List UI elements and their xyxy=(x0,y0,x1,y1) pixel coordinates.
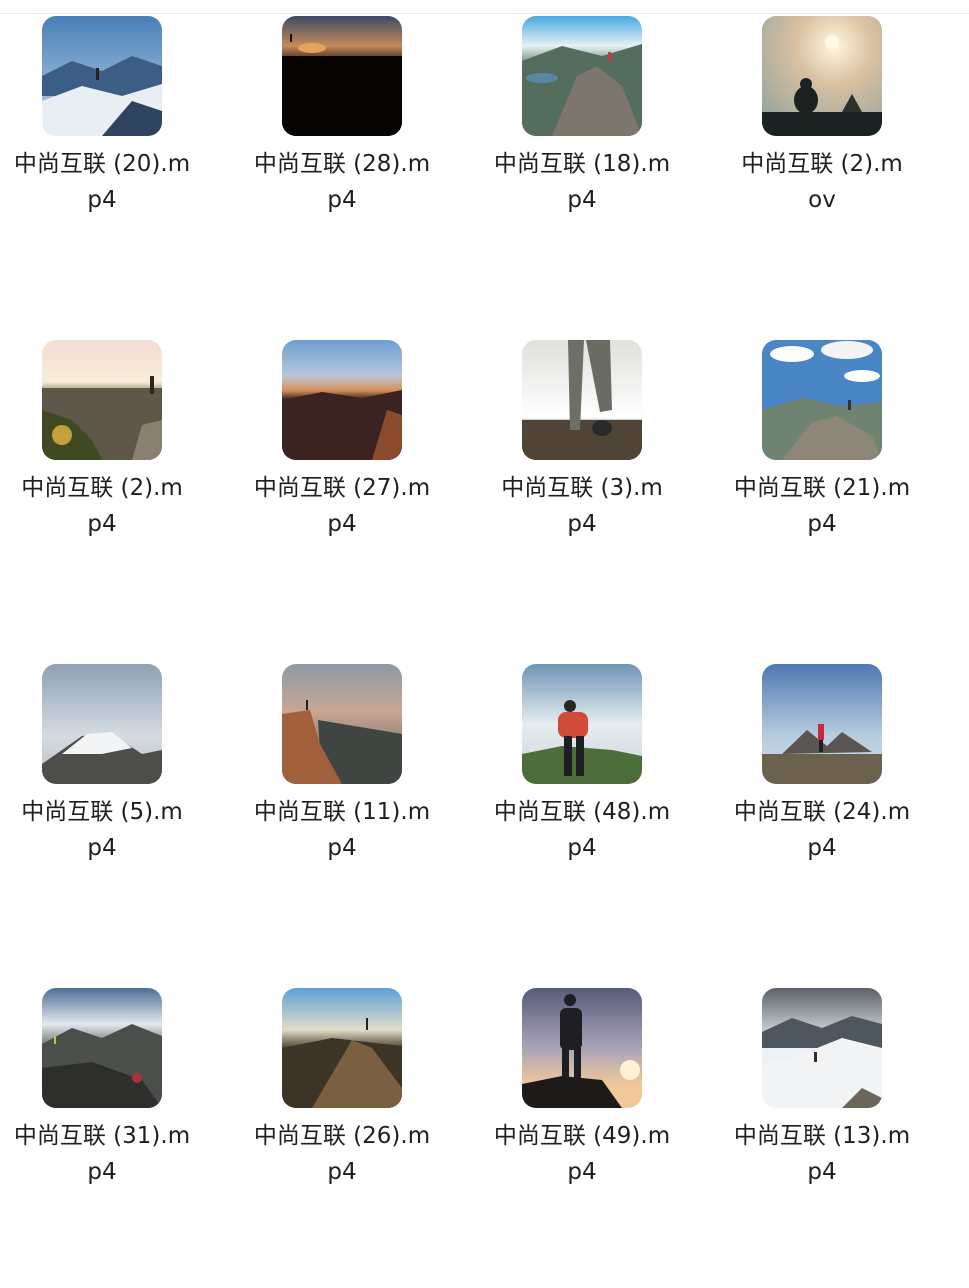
file-item[interactable]: 中尚互联 (2).m ov xyxy=(720,16,960,316)
file-name: 中尚互联 (31).m p4 xyxy=(13,1123,191,1185)
video-thumbnail xyxy=(762,988,882,1108)
video-thumbnail xyxy=(762,16,882,136)
video-thumbnail xyxy=(522,988,642,1108)
video-thumbnail xyxy=(762,340,882,460)
file-name: 中尚互联 (2).m p4 xyxy=(21,475,183,537)
video-thumbnail xyxy=(282,340,402,460)
file-item[interactable]: 中尚互联 (27).m p4 xyxy=(240,340,480,640)
video-thumbnail xyxy=(282,664,402,784)
file-item[interactable]: 中尚互联 (49).m p4 xyxy=(480,988,720,1288)
hiker-peak-horizon-icon xyxy=(762,664,882,784)
file-name: 中尚互联 (21).m p4 xyxy=(733,475,911,537)
cloudy-rock-summit-icon xyxy=(762,340,882,460)
file-item[interactable]: 中尚互联 (5).m p4 xyxy=(0,664,240,964)
file-name: 中尚互联 (48).m p4 xyxy=(493,799,671,861)
video-thumbnail xyxy=(282,988,402,1108)
mountain-snow-blue-icon xyxy=(42,16,162,136)
file-name: 中尚互联 (2).m ov xyxy=(741,151,903,213)
file-name: 中尚互联 (5).m p4 xyxy=(21,799,183,861)
video-thumbnail xyxy=(42,664,162,784)
dusk-valley-icon xyxy=(282,340,402,460)
file-item[interactable]: 中尚互联 (20).m p4 xyxy=(0,16,240,316)
file-item[interactable]: 中尚互联 (11).m p4 xyxy=(240,664,480,964)
file-item[interactable]: 中尚互联 (31).m p4 xyxy=(0,988,240,1288)
snow-ridge-hiker-icon xyxy=(762,988,882,1108)
file-name: 中尚互联 (13).m p4 xyxy=(733,1123,911,1185)
video-thumbnail xyxy=(42,16,162,136)
file-grid: 中尚互联 (20).m p4 中尚互联 (28).m p4 中尚互联 (18).… xyxy=(0,0,969,1207)
sunrise-ridge-shrubs-icon xyxy=(42,340,162,460)
hazy-sun-silhouette-icon xyxy=(762,16,882,136)
file-name: 中尚互联 (24).m p4 xyxy=(733,799,911,861)
video-thumbnail xyxy=(282,16,402,136)
file-item[interactable]: 中尚互联 (28).m p4 xyxy=(240,16,480,316)
file-name: 中尚互联 (28).m p4 xyxy=(253,151,431,213)
hiker-red-jacket-grass-icon xyxy=(522,664,642,784)
file-item[interactable]: 中尚互联 (24).m p4 xyxy=(720,664,960,964)
video-thumbnail xyxy=(762,664,882,784)
file-name: 中尚互联 (27).m p4 xyxy=(253,475,431,537)
rocky-summit-lake-icon xyxy=(522,16,642,136)
arch-sunset-dark-icon xyxy=(282,16,402,136)
file-name: 中尚互联 (3).m p4 xyxy=(501,475,663,537)
misty-snow-peak-icon xyxy=(42,664,162,784)
file-item[interactable]: 中尚互联 (26).m p4 xyxy=(240,988,480,1288)
file-item[interactable]: 中尚互联 (13).m p4 xyxy=(720,988,960,1288)
rocky-ridge-evening-icon xyxy=(282,988,402,1108)
cliff-dusk-icon xyxy=(282,664,402,784)
file-item[interactable]: 中尚互联 (18).m p4 xyxy=(480,16,720,316)
video-thumbnail xyxy=(42,988,162,1108)
video-thumbnail xyxy=(522,16,642,136)
legs-walking-icon xyxy=(522,340,642,460)
file-item[interactable]: 中尚互联 (2).m p4 xyxy=(0,340,240,640)
file-name: 中尚互联 (26).m p4 xyxy=(253,1123,431,1185)
video-thumbnail xyxy=(522,340,642,460)
file-name: 中尚互联 (49).m p4 xyxy=(493,1123,671,1185)
file-item[interactable]: 中尚互联 (3).m p4 xyxy=(480,340,720,640)
rocky-hillside-clouds-icon xyxy=(42,988,162,1108)
file-name: 中尚互联 (18).m p4 xyxy=(493,151,671,213)
hiker-sunset-rock-icon xyxy=(522,988,642,1108)
file-name: 中尚互联 (20).m p4 xyxy=(13,151,191,213)
video-thumbnail xyxy=(522,664,642,784)
video-thumbnail xyxy=(42,340,162,460)
file-name: 中尚互联 (11).m p4 xyxy=(253,799,431,861)
file-item[interactable]: 中尚互联 (48).m p4 xyxy=(480,664,720,964)
file-item[interactable]: 中尚互联 (21).m p4 xyxy=(720,340,960,640)
